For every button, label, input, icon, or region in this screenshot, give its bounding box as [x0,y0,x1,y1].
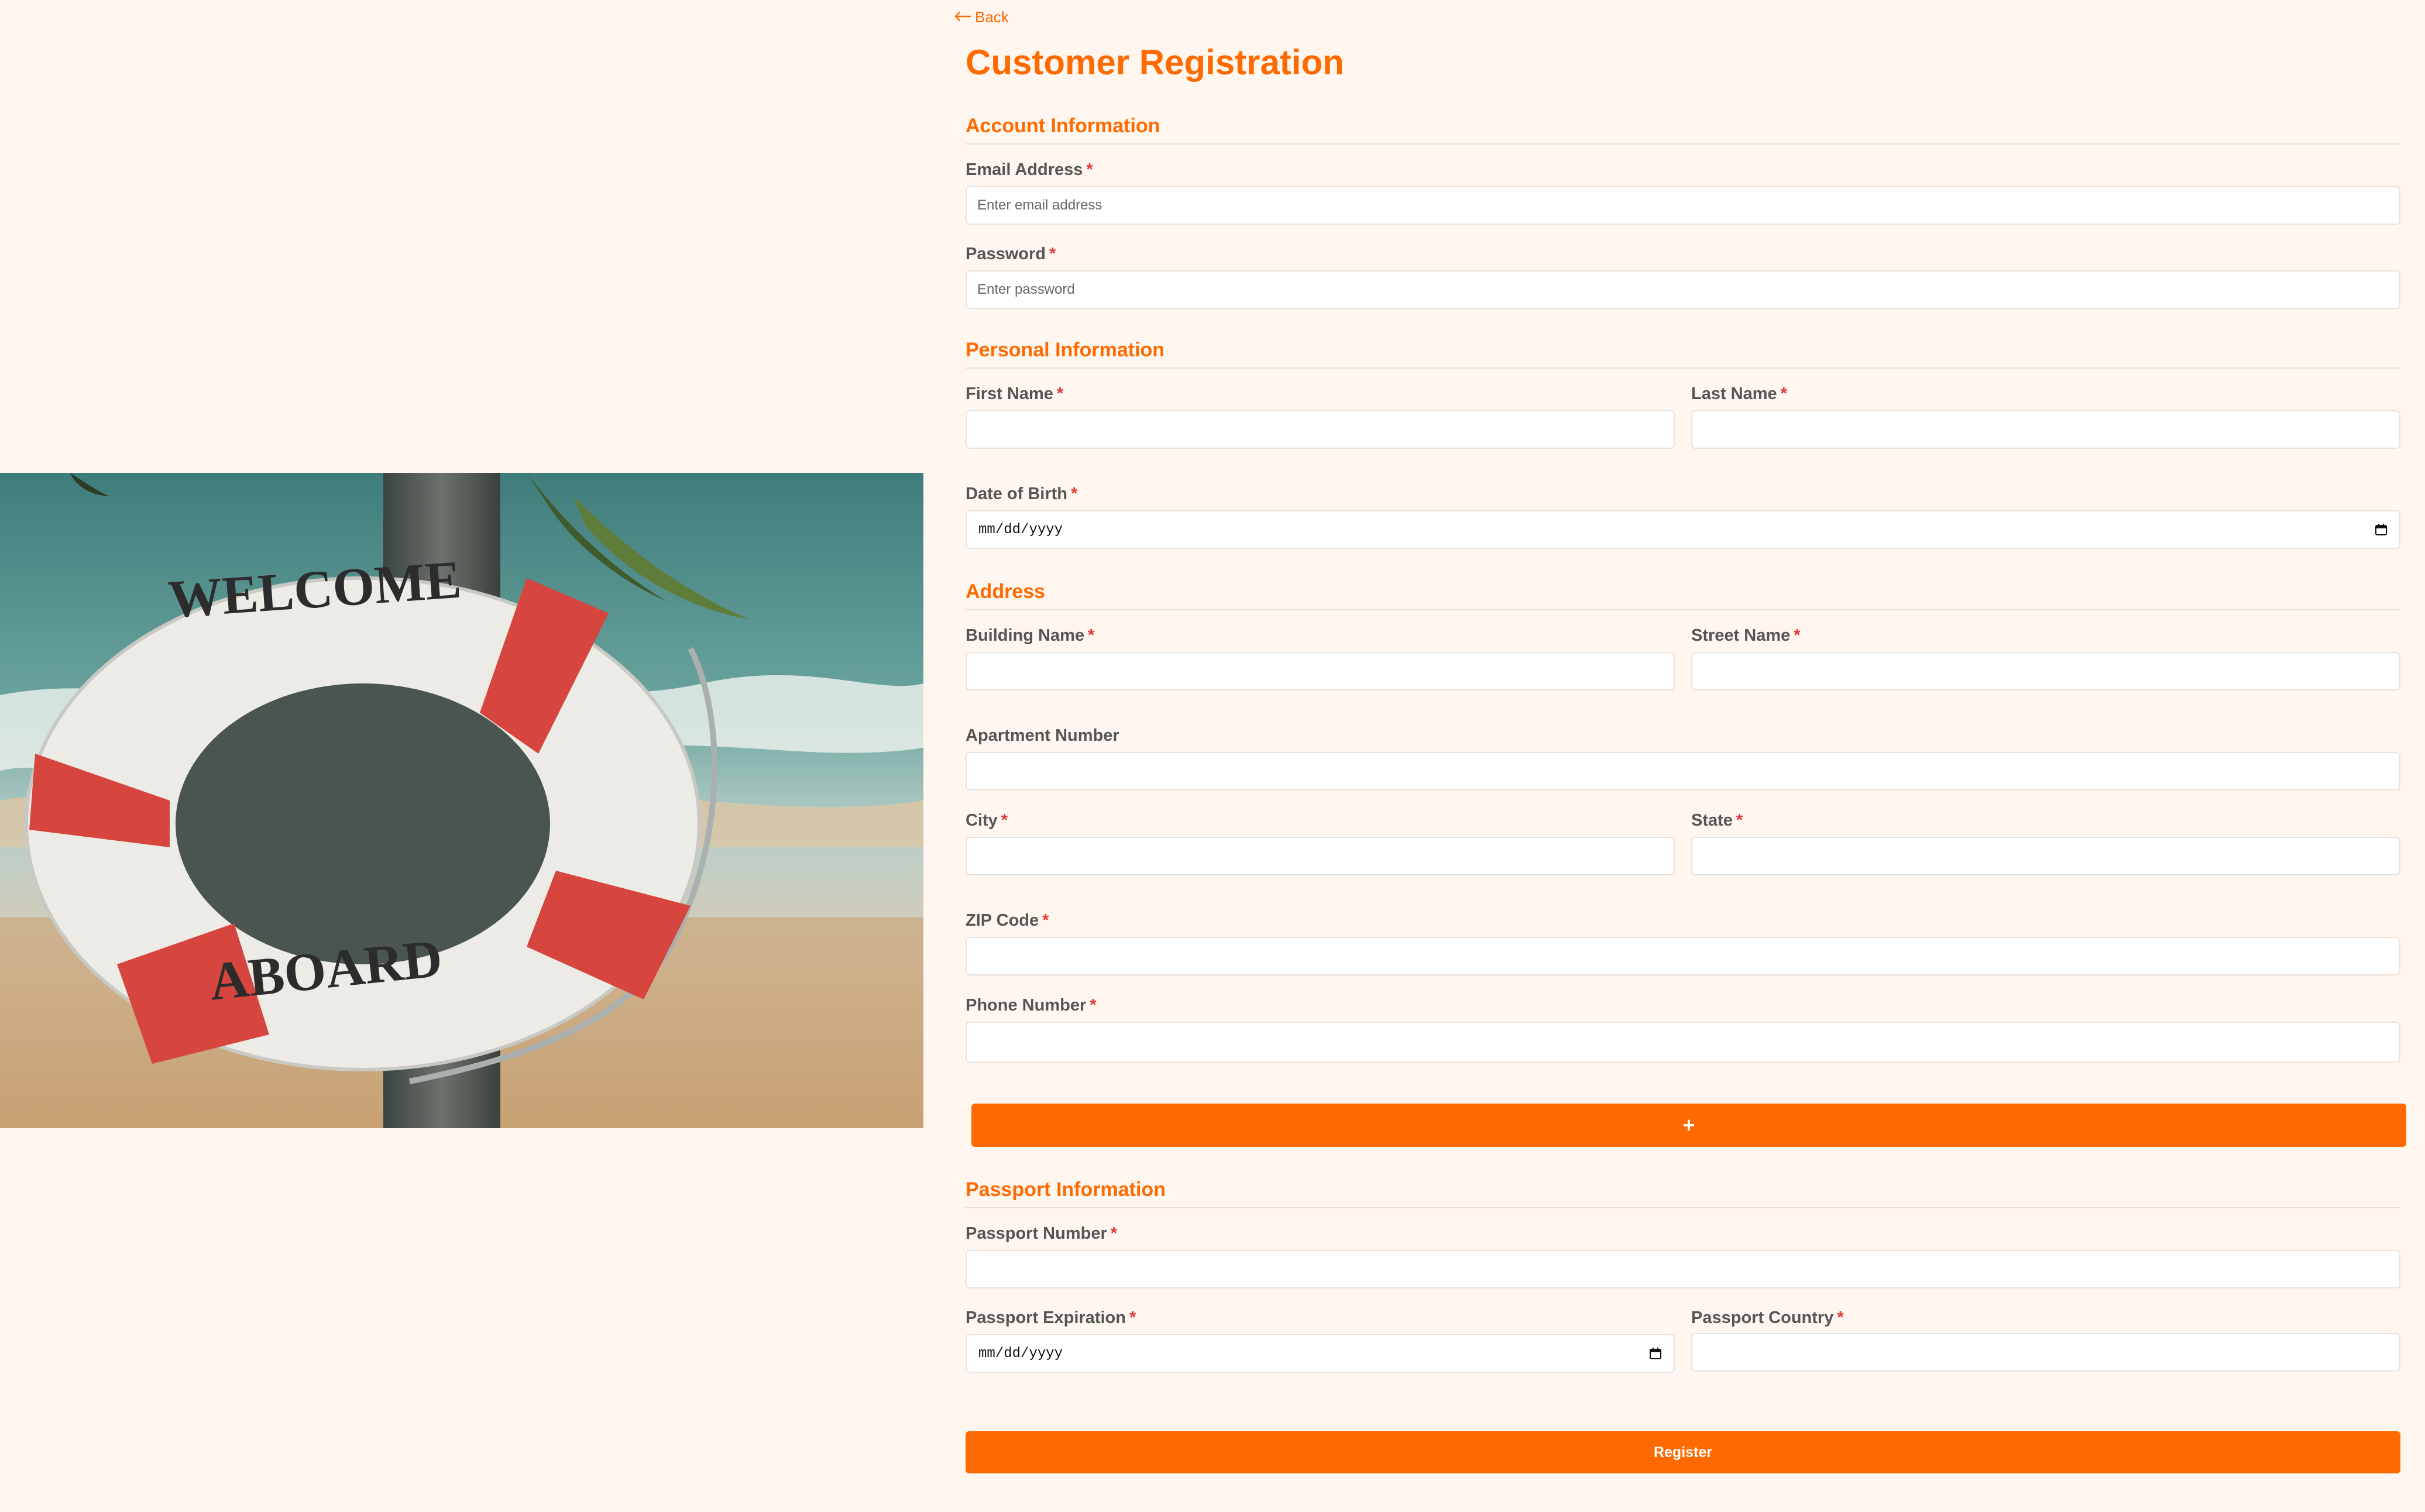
city-label: City * [966,811,1008,830]
dob-label: Date of Birth * [966,484,1078,503]
register-button[interactable]: Register [966,1431,2400,1473]
passport-number-field[interactable] [966,1250,2400,1288]
section-title-passport: Passport Information [966,1178,2400,1208]
section-title-address: Address [966,580,2400,610]
dob-field[interactable]: mm/dd/yyyy [966,510,2400,549]
passport-number-label: Passport Number * [966,1224,1118,1243]
arrow-left-icon [954,8,971,26]
city-field[interactable] [966,837,1675,875]
passport-expiration-label: Passport Expiration * [966,1308,1136,1327]
passport-expiration-value: mm/dd/yyyy [978,1345,1063,1362]
zip-label: ZIP Code * [966,911,1049,930]
email-field[interactable] [966,186,2400,225]
street-name-label: Street Name * [1691,626,1801,645]
building-name-label: Building Name * [966,626,1095,645]
section-title-personal: Personal Information [966,339,2400,369]
passport-expiration-field[interactable]: mm/dd/yyyy [966,1334,1675,1373]
plus-icon: + [1682,1113,1695,1137]
calendar-icon[interactable] [2375,523,2388,536]
last-name-field[interactable] [1691,410,2400,449]
phone-label: Phone Number * [966,996,1097,1015]
add-phone-button[interactable]: + [971,1104,2406,1147]
apartment-number-field[interactable] [966,752,2400,791]
password-field[interactable] [966,270,2400,309]
hero-image: WELCOME ABOARD [0,473,923,1128]
section-title-account: Account Information [966,115,2400,145]
calendar-icon[interactable] [1649,1347,1662,1360]
email-label: Email Address * [966,160,1093,179]
last-name-label: Last Name * [1691,384,1787,403]
back-link[interactable]: Back [954,8,1009,26]
phone-field[interactable] [966,1022,2400,1063]
street-name-field[interactable] [1691,652,2400,690]
zip-field[interactable] [966,937,2400,975]
first-name-field[interactable] [966,410,1675,449]
apartment-number-label: Apartment Number [966,726,1119,745]
building-name-field[interactable] [966,652,1675,690]
first-name-label: First Name * [966,384,1064,403]
dob-value: mm/dd/yyyy [978,521,1063,538]
state-field[interactable] [1691,837,2400,875]
page-title: Customer Registration [966,43,1344,82]
back-link-label: Back [975,8,1009,26]
state-label: State * [1691,811,1743,830]
passport-country-field[interactable] [1691,1333,2400,1372]
password-label: Password * [966,245,1056,263]
passport-country-label: Passport Country * [1691,1308,1844,1327]
